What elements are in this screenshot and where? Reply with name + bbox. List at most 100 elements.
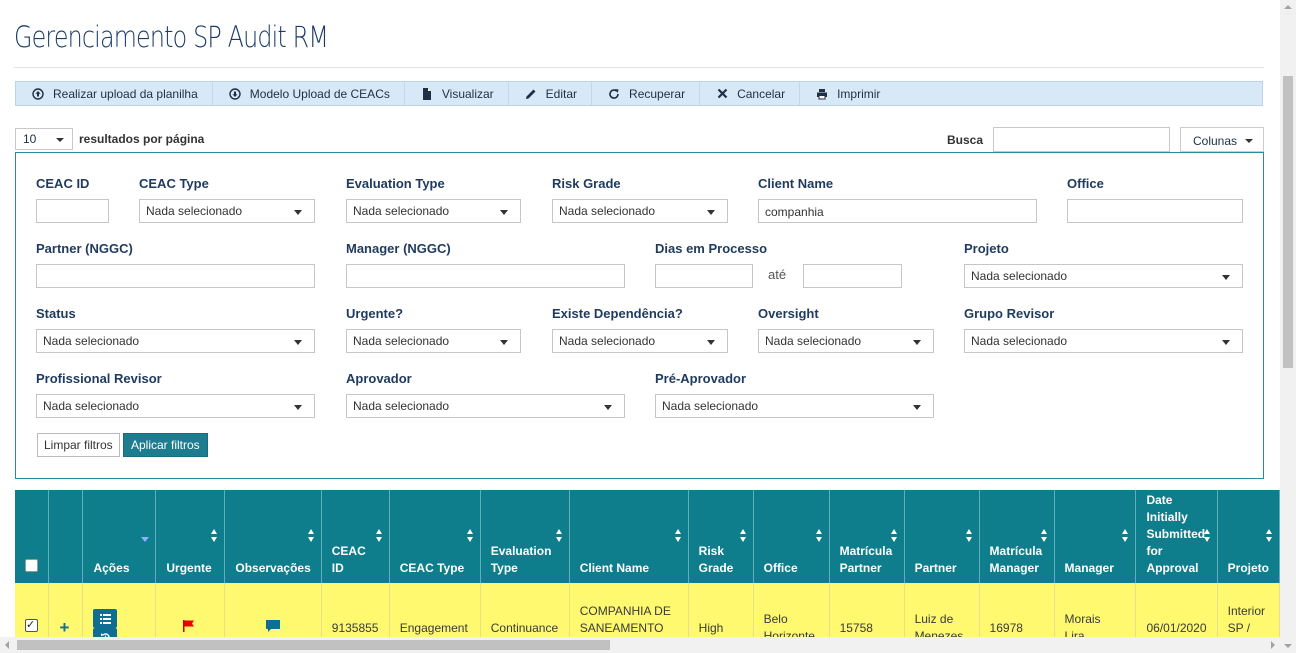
apply-filters-button[interactable]: Aplicar filtros <box>123 433 208 457</box>
page-length-select[interactable]: 10 <box>15 128 73 150</box>
row-checkbox[interactable] <box>25 617 38 634</box>
header-projeto[interactable]: Projeto <box>1217 490 1280 583</box>
header-evaluation-type-label: Evaluation Type <box>490 544 552 575</box>
sort-icon <box>965 529 973 543</box>
dias-to-label: até <box>768 267 787 282</box>
header-urgente[interactable]: Urgente <box>155 490 226 583</box>
recover-button[interactable]: Recuperar <box>592 82 701 105</box>
projeto-select[interactable]: Nada selecionado <box>964 264 1243 288</box>
header-ceac-type[interactable]: CEAC Type <box>389 490 481 583</box>
header-office-label: Office <box>763 561 798 575</box>
status-select[interactable]: Nada selecionado <box>36 329 315 353</box>
upload-spreadsheet-button[interactable]: Realizar upload da planilha <box>16 82 213 105</box>
dependencia-select[interactable]: Nada selecionado <box>552 329 728 353</box>
scroll-down-icon[interactable] <box>1284 644 1292 648</box>
profissional-revisor-select[interactable]: Nada selecionado <box>36 394 315 418</box>
columns-button-label: Colunas <box>1193 134 1238 148</box>
table-header-row: Ações Urgente Observações CEAC ID CEAC T… <box>15 490 1280 583</box>
evaluation-type-label: Evaluation Type <box>346 176 445 191</box>
chevron-down-icon <box>913 405 921 410</box>
sort-icon <box>815 529 823 543</box>
select-all-checkbox[interactable] <box>25 559 38 572</box>
header-matricula-manager[interactable]: Matrícula Manager <box>979 490 1055 583</box>
table-row[interactable]: + 9135855 Engagement Continuance COMPANH… <box>15 583 1280 640</box>
chevron-down-icon <box>294 405 302 410</box>
search-label: Busca <box>947 133 984 147</box>
cancel-button[interactable]: Cancelar <box>700 82 801 105</box>
aprovador-label: Aprovador <box>346 371 412 386</box>
vertical-scroll-thumb[interactable] <box>1283 76 1293 368</box>
header-ceac-id-label: CEAC ID <box>331 544 366 575</box>
ceac-template-button[interactable]: Modelo Upload de CEACs <box>213 82 405 105</box>
dias-to-input[interactable] <box>803 264 902 288</box>
header-evaluation-type[interactable]: Evaluation Type <box>480 490 570 583</box>
header-office[interactable]: Office <box>753 490 830 583</box>
grupo-revisor-select[interactable]: Nada selecionado <box>964 329 1243 353</box>
risk-grade-value: Nada selecionado <box>559 204 656 218</box>
urgente-value: Nada selecionado <box>353 334 450 348</box>
view-label: Visualizar <box>441 86 494 101</box>
partner-label: Partner (NGGC) <box>36 241 133 256</box>
edit-button[interactable]: Editar <box>509 82 593 105</box>
chevron-down-icon <box>707 210 715 215</box>
header-acoes[interactable]: Ações <box>82 490 157 583</box>
comment-icon[interactable] <box>265 619 281 633</box>
header-partner-label: Partner <box>914 561 957 575</box>
pencil-icon <box>525 88 537 100</box>
select-all-header <box>15 490 50 583</box>
results-table-wrapper: Ações Urgente Observações CEAC ID CEAC T… <box>15 490 1280 640</box>
header-manager[interactable]: Manager <box>1054 490 1137 583</box>
sort-icon <box>1203 529 1211 543</box>
office-input[interactable] <box>1067 199 1243 223</box>
print-button[interactable]: Imprimir <box>800 82 894 105</box>
aprovador-select[interactable]: Nada selecionado <box>346 394 625 418</box>
chevron-down-icon <box>294 340 302 345</box>
row-evaluation-type: Continuance <box>480 583 570 640</box>
urgente-select[interactable]: Nada selecionado <box>346 329 521 353</box>
chevron-down-icon <box>500 210 508 215</box>
sort-icon <box>1040 529 1048 543</box>
header-risk-grade[interactable]: Risk Grade <box>688 490 754 583</box>
header-partner[interactable]: Partner <box>904 490 980 583</box>
columns-button[interactable]: Colunas <box>1180 127 1264 152</box>
evaluation-type-value: Nada selecionado <box>353 204 450 218</box>
oversight-select[interactable]: Nada selecionado <box>758 329 934 353</box>
partner-input[interactable] <box>36 264 315 288</box>
title-divider <box>14 67 1264 68</box>
clear-filters-button[interactable]: Limpar filtros <box>37 433 120 457</box>
horizontal-scrollbar[interactable] <box>0 637 1280 653</box>
office-label: Office <box>1067 176 1104 191</box>
scroll-up-icon[interactable] <box>1284 5 1292 9</box>
evaluation-type-select[interactable]: Nada selecionado <box>346 199 521 223</box>
list-details-button[interactable] <box>93 609 118 628</box>
scroll-left-icon[interactable] <box>5 641 9 649</box>
status-value: Nada selecionado <box>43 334 140 348</box>
vertical-scrollbar[interactable] <box>1280 0 1296 653</box>
search-input[interactable] <box>993 127 1170 152</box>
chevron-down-icon <box>1245 139 1253 143</box>
header-matricula-partner[interactable]: Matrícula Partner <box>829 490 905 583</box>
header-ceac-id[interactable]: CEAC ID <box>321 490 390 583</box>
risk-grade-select[interactable]: Nada selecionado <box>552 199 728 223</box>
dias-from-input[interactable] <box>655 264 753 288</box>
view-button[interactable]: Visualizar <box>405 82 509 105</box>
grupo-revisor-label: Grupo Revisor <box>964 306 1055 321</box>
grupo-revisor-value: Nada selecionado <box>971 334 1068 348</box>
header-client-name[interactable]: Client Name <box>569 490 689 583</box>
horizontal-scroll-thumb[interactable] <box>17 640 610 650</box>
sort-icon <box>1266 529 1273 543</box>
header-acoes-label: Ações <box>93 561 130 575</box>
header-observacoes[interactable]: Observações <box>224 490 322 583</box>
ceac-type-select[interactable]: Nada selecionado <box>139 199 315 223</box>
row-matricula-manager: 16978 <box>979 583 1055 640</box>
client-name-input[interactable]: companhia <box>758 199 1037 223</box>
pre-aprovador-select[interactable]: Nada selecionado <box>655 394 934 418</box>
red-flag-icon <box>183 619 195 632</box>
scroll-right-icon[interactable] <box>1271 641 1275 649</box>
header-date-submitted[interactable]: Date Initially Submitted for Approval <box>1135 490 1218 583</box>
chevron-down-icon <box>707 340 715 345</box>
manager-input[interactable] <box>346 264 625 288</box>
plus-icon[interactable]: + <box>59 618 69 637</box>
cancel-label: Cancelar <box>737 86 786 101</box>
ceac-id-input[interactable] <box>36 199 109 223</box>
